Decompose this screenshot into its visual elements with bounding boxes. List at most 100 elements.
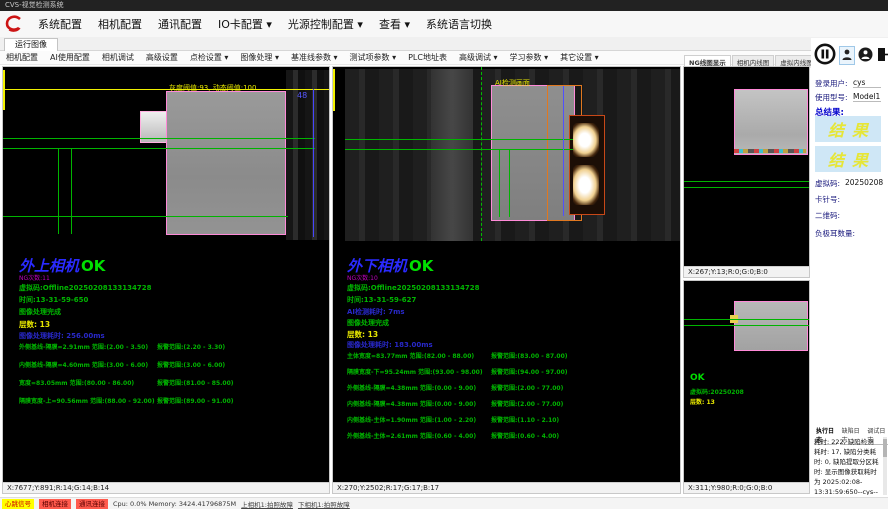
ng-count: NG次数:10	[347, 273, 378, 282]
small-camera-view-1[interactable]: X:267;Y:13;R:0;G:0;B:0	[683, 66, 810, 278]
tab-strip: 运行图像	[0, 37, 888, 51]
capture-time: 时间:13-31-59-627	[347, 295, 416, 305]
titlebar: CVS-视觉检测系统	[0, 0, 888, 11]
virtual-code: 虚拟码:Offline20250208133134728	[19, 283, 152, 293]
measurement-text: 外侧基线-隔膜=4.38mm 范围:(0.00 - 9.00)	[347, 385, 476, 392]
measure-label-blue: 48	[297, 91, 307, 100]
menu-item-light-config[interactable]: 光源控制配置 ▾	[280, 13, 371, 35]
bright-band	[431, 69, 473, 241]
toolbar-advanced-settings[interactable]: 高级设置	[140, 52, 184, 63]
toolbar-baseline-params[interactable]: 基准线参数 ▾	[285, 52, 344, 63]
status-bar: 心跳信号 相机连接 通讯连接 Cpu: 0.0% Memory: 3424.41…	[0, 497, 888, 509]
measurement-text: 外侧基线-隔膜=2.91mm 范围:(2.00 - 3.50)	[19, 344, 148, 351]
processing-time: 图像处理耗时: 256.00ms	[19, 331, 105, 341]
alarm-range-text: 报警范围:(89.00 - 91.00)	[157, 396, 234, 405]
alarm-range-text: 报警范围:(94.00 - 97.00)	[491, 367, 568, 376]
exit-button[interactable]	[876, 47, 888, 65]
camera-canvas-left[interactable]: 48 灰度阈值:93, 动态阈值:100 外上相机OK NG次数:11 虚拟码:…	[3, 67, 329, 484]
alarm-range-text: 报警范围:(1.10 - 2.10)	[491, 415, 559, 424]
pixel-readout-middle: X:270;Y:2502;R:17;G:17;B:17	[333, 482, 680, 493]
login-user-button[interactable]	[839, 46, 855, 65]
alarm-range-text: 报警范围:(83.00 - 87.00)	[491, 351, 568, 360]
alarm-range-text: 报警范围:(0.60 - 4.00)	[491, 431, 559, 440]
glow-tab	[573, 165, 599, 205]
login-user-value: cys	[853, 78, 881, 88]
toolbar-image-processing[interactable]: 图像处理 ▾	[234, 52, 285, 63]
user-dark-icon	[858, 47, 873, 62]
roi-rect-product	[734, 89, 808, 155]
window-title: CVS-视觉检测系统	[5, 1, 64, 9]
small-camera-view-2[interactable]: OK 虚拟码:20250208 层数: 13 X:311;Y:980;R:0;G…	[683, 280, 810, 494]
measurement-row: 内侧基线-主体=1.90mm 范围:(1.00 - 2.20) 报警范围:(1.…	[347, 415, 677, 427]
measurement-row: 内侧基线-隔膜=4.38mm 范围:(0.00 - 9.00) 报警范围:(2.…	[347, 399, 677, 411]
measurement-text: 内侧基线-主体=1.90mm 范围:(1.00 - 2.20)	[347, 417, 476, 424]
toolbar-spot-check[interactable]: 点检设置 ▾	[184, 52, 235, 63]
measurement-text: 外侧基线-主体=2.61mm 范围:(0.60 - 4.00)	[347, 433, 476, 440]
baseline-line-vertical	[499, 149, 500, 217]
menu-item-io-config[interactable]: IO卡配置 ▾	[210, 13, 280, 35]
baseline-line	[345, 149, 573, 150]
baseline-line-vertical	[58, 148, 59, 234]
measurement-row: 主体宽度=83.77mm 范围:(82.00 - 88.00) 报警范围:(83…	[347, 351, 677, 363]
login-user-label: 登录用户:	[815, 78, 848, 89]
result-badge-2: 结果	[815, 146, 881, 172]
baseline-line	[684, 325, 809, 326]
camera-canvas-middle[interactable]: AI检测画面 外下相机OK NG次数:10 虚拟码:Offline2025020…	[333, 67, 680, 484]
measurement-row: 隔膜宽度-上=90.56mm 范围:(88.00 - 92.00) 报警范围:(…	[19, 396, 319, 408]
log-text: 耗时: 222, 缺陷检测耗时: 17, 缺陷分类耗时: 0, 缺陷提取分区耗时…	[814, 437, 880, 495]
model-value: Model1	[853, 92, 881, 102]
toolbar-test-params[interactable]: 测试项参数 ▾	[344, 52, 403, 63]
upper-camera-fault-link[interactable]: 上相机1:拍照故障	[241, 499, 293, 509]
virtual-code-value: 20250208	[845, 178, 883, 187]
measure-line-blue	[563, 86, 564, 216]
edge-line-yellow	[333, 69, 335, 111]
operator-button[interactable]	[858, 47, 873, 65]
pause-button[interactable]	[814, 43, 836, 68]
toolbar-advanced-debug[interactable]: 高级调试 ▾	[453, 52, 504, 63]
small-canvas-1[interactable]	[684, 67, 809, 268]
pixel-readout-small-1: X:267;Y:13;R:0;G:0;B:0	[684, 266, 809, 277]
virtual-code: 虚拟码:Offline20250208133134728	[347, 283, 480, 293]
edge-line-yellow	[3, 70, 5, 110]
measurement-row: 外侧基线-主体=2.61mm 范围:(0.60 - 4.00) 报警范围:(0.…	[347, 431, 677, 443]
roi-rect-product	[734, 301, 808, 351]
layer-count: 层数: 13	[347, 329, 378, 340]
toolbar-other-settings[interactable]: 其它设置 ▾	[554, 52, 605, 63]
virtual-code-label: 虚拟码:	[815, 178, 840, 189]
menu-item-system-config[interactable]: 系统配置	[30, 13, 90, 35]
measurement-text: 内侧基线-隔膜=4.38mm 范围:(0.00 - 9.00)	[347, 401, 476, 408]
toolbar-learning-params[interactable]: 学习参数 ▾	[504, 52, 555, 63]
tab-run-image[interactable]: 运行图像	[4, 38, 58, 51]
measurement-text: 宽度=83.05mm 范围:(80.00 - 86.00)	[19, 380, 134, 387]
alarm-range-text: 报警范围:(2.00 - 77.00)	[491, 399, 563, 408]
cpu-memory-readout: Cpu: 0.0% Memory: 3424.41796875M	[113, 500, 236, 508]
toolbar-plc-address[interactable]: PLC地址表	[402, 52, 453, 63]
reference-line-yellow	[3, 89, 329, 90]
menu-item-view[interactable]: 查看 ▾	[371, 13, 418, 35]
baseline-line	[345, 139, 573, 140]
camera-view-upper-outer[interactable]: 48 灰度阈值:93, 动态阈值:100 外上相机OK NG次数:11 虚拟码:…	[2, 66, 330, 494]
menu-item-language-switch[interactable]: 系统语言切换	[418, 13, 500, 35]
measure-line-blue	[313, 89, 314, 237]
measurement-row: 外侧基线-隔膜=4.38mm 范围:(0.00 - 9.00) 报警范围:(2.…	[347, 383, 677, 395]
toolbar-ai-usage-config[interactable]: AI使用配置	[44, 52, 96, 63]
small-canvas-2[interactable]: OK 虚拟码:20250208 层数: 13	[684, 281, 809, 484]
baseline-line	[684, 319, 809, 320]
camera-view-lower-outer[interactable]: AI检测画面 外下相机OK NG次数:10 虚拟码:Offline2025020…	[332, 66, 681, 494]
measurement-text: 隔膜宽度-上=90.56mm 范围:(88.00 - 92.00)	[19, 398, 155, 405]
toolbar-camera-debug[interactable]: 相机调试	[96, 52, 140, 63]
virtual-code: 虚拟码:20250208	[690, 387, 744, 396]
measurement-text: 主体宽度=83.77mm 范围:(82.00 - 88.00)	[347, 353, 474, 360]
menu-item-comm-config[interactable]: 通讯配置	[150, 13, 210, 35]
toolbar-camera-config[interactable]: 相机配置	[0, 52, 44, 63]
control-button-row	[814, 43, 888, 68]
lower-camera-fault-link[interactable]: 下相机1:拍照故障	[298, 499, 350, 509]
menu-item-camera-config[interactable]: 相机配置	[90, 13, 150, 35]
user-icon	[841, 48, 853, 61]
layer-count: 层数: 13	[19, 319, 50, 330]
log-scrollbar[interactable]	[883, 437, 887, 495]
log-scrollbar-thumb[interactable]	[883, 439, 887, 457]
baseline-line	[684, 181, 809, 182]
glow-tab	[573, 123, 599, 157]
baseline-line-vertical	[71, 148, 72, 234]
